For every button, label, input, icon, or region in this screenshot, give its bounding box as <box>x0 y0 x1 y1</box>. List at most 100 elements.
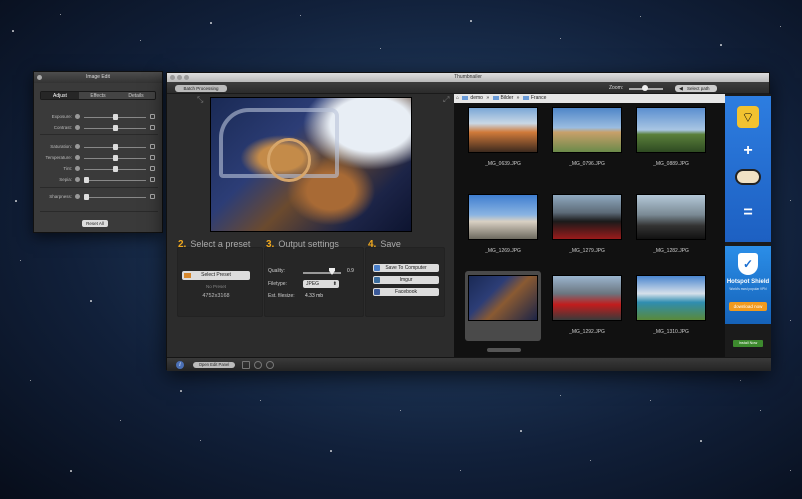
slider-track[interactable] <box>84 179 146 181</box>
star <box>790 200 791 201</box>
expand-icon[interactable]: ⤡ <box>197 95 203 105</box>
current-preset: No Preset <box>205 284 226 289</box>
sepia-square-icon <box>150 177 155 182</box>
star <box>460 470 461 471</box>
star <box>12 30 14 32</box>
zoom-slider-knob[interactable] <box>641 85 648 91</box>
minimize-window-icon[interactable] <box>177 75 182 80</box>
save-button-label: Save To Computer <box>385 265 427 271</box>
expand-icon[interactable]: ⤢ <box>443 95 449 105</box>
slider-label: Sharpness: <box>49 194 72 199</box>
thumbnail-image[interactable] <box>636 194 706 240</box>
slider-track[interactable] <box>84 196 146 198</box>
close-icon[interactable] <box>37 75 42 80</box>
disguise-mask-icon <box>735 169 761 185</box>
breadcrumb-item-france[interactable]: France <box>522 95 549 101</box>
thumbnail-image[interactable] <box>636 275 706 321</box>
breadcrumb-item-bilder[interactable]: Bilder » <box>492 95 519 101</box>
tab-adjust[interactable]: Adjust <box>41 92 79 99</box>
home-icon[interactable]: ⌂ <box>456 95 459 101</box>
rotate-left-icon[interactable] <box>254 361 262 369</box>
close-window-icon[interactable] <box>170 75 175 80</box>
filesize-label: Est. filesize: <box>268 293 295 299</box>
thumbnail-filename: _MG_0639.JPG <box>485 161 521 167</box>
steering-wheel <box>267 138 311 182</box>
save-button-save-to-computer[interactable]: Save To Computer <box>373 264 439 272</box>
computer-icon <box>374 265 380 271</box>
info-icon[interactable]: i <box>176 361 184 369</box>
star <box>15 200 17 202</box>
chevron-updown-icon: ⬍ <box>332 281 337 287</box>
star <box>560 38 561 39</box>
zoom-window-icon[interactable] <box>184 75 189 80</box>
sun-icon <box>150 114 155 119</box>
thumbnail-item[interactable]: _MG_1269.JPG <box>465 190 541 260</box>
thumbnail-item[interactable]: _MG_0889.JPG <box>633 103 709 173</box>
star <box>20 260 21 261</box>
gray-square-icon <box>75 144 80 149</box>
equals-icon: = <box>743 204 753 221</box>
save-button-imgur[interactable]: Imgur <box>373 276 439 284</box>
thumbnail-image[interactable] <box>552 275 622 321</box>
star <box>260 400 261 401</box>
save-button-facebook[interactable]: Facebook <box>373 288 439 296</box>
thumbnail-image[interactable] <box>468 275 538 321</box>
divider <box>40 134 158 135</box>
gray-dot-icon <box>75 177 80 182</box>
advertisement[interactable]: ⌔ + = ✓ Hotspot Shield World's most popu… <box>725 94 771 357</box>
thumbnail-item[interactable]: _MG_0796.JPG <box>549 103 625 173</box>
thumbnail-item[interactable]: _MG_0639.JPG <box>465 103 541 173</box>
horizontal-scrollbar[interactable] <box>487 348 521 352</box>
image-edit-tabs: Adjust Effects Details <box>40 91 156 100</box>
preset-title: Select a preset <box>190 239 251 249</box>
thumbnail-filename: _MG_1282.JPG <box>653 248 689 254</box>
thumbnail-item[interactable]: _MG_1310.JPG <box>633 271 709 341</box>
output-title: Output settings <box>278 239 339 249</box>
speaker-icon: ◀ <box>679 86 683 92</box>
thumbnail-item[interactable] <box>465 271 541 341</box>
star <box>780 26 781 27</box>
ad-download-button[interactable]: download now <box>729 302 767 311</box>
slider-knob[interactable] <box>112 125 118 131</box>
circle-icon <box>75 125 80 130</box>
quality-value: 0.9 <box>347 268 354 274</box>
batch-processing-button[interactable]: Batch Processing <box>175 85 227 92</box>
crop-icon[interactable] <box>242 361 250 369</box>
thumbnail-item[interactable]: _MG_1292.JPG <box>549 271 625 341</box>
breadcrumb-item-demo[interactable]: demo » <box>462 95 489 101</box>
warm-icon <box>150 155 155 160</box>
thumbnail-image[interactable] <box>468 194 538 240</box>
slider-knob[interactable] <box>84 177 89 183</box>
select-preset-button[interactable]: Select Preset <box>182 271 250 280</box>
open-edit-panel-button[interactable]: Open Edit Panel <box>193 362 235 368</box>
save-button-label: Imgur <box>399 277 413 283</box>
slider-row: Tint: <box>34 165 164 173</box>
thumbnail-item[interactable]: _MG_1279.JPG <box>549 190 625 260</box>
plus-icon: + <box>743 142 753 159</box>
wifi-lock-icon: ⌔ <box>737 106 759 128</box>
star <box>650 400 651 401</box>
thumbnail-item[interactable]: _MG_1282.JPG <box>633 190 709 260</box>
slider-knob[interactable] <box>112 166 118 172</box>
filetype-select[interactable]: JPEG ⬍ <box>303 280 339 288</box>
ad-install-link[interactable]: Install Now <box>733 340 763 347</box>
rotate-right-icon[interactable] <box>266 361 274 369</box>
thumbnail-image[interactable] <box>552 194 622 240</box>
thumbnail-image[interactable] <box>552 107 622 153</box>
imgur-icon <box>374 277 380 283</box>
reset-all-button[interactable]: Reset All <box>82 220 108 227</box>
select-path-button[interactable]: ◀ Select path <box>675 85 717 92</box>
thumbnail-image[interactable] <box>468 107 538 153</box>
slider-knob[interactable] <box>112 114 118 120</box>
slider-knob[interactable] <box>112 155 118 161</box>
thumbnail-image[interactable] <box>636 107 706 153</box>
quality-slider[interactable] <box>303 272 341 274</box>
blur-icon <box>75 194 80 199</box>
star <box>790 470 791 471</box>
tab-effects[interactable]: Effects <box>79 92 117 99</box>
slider-knob[interactable] <box>84 194 89 200</box>
slider-knob[interactable] <box>112 144 118 150</box>
preset-icon <box>184 273 191 278</box>
tab-details[interactable]: Details <box>117 92 155 99</box>
magenta-dot-icon <box>150 166 155 171</box>
